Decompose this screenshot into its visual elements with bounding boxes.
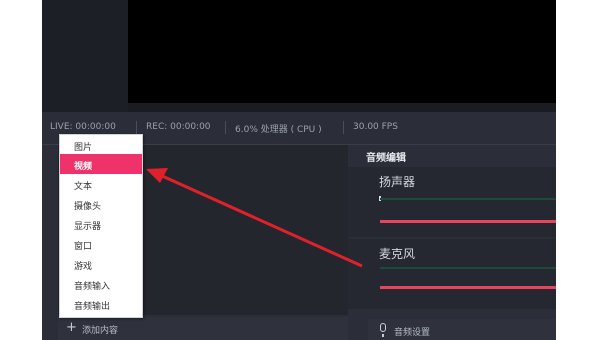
audio-channel-speaker: 扬声器 bbox=[348, 167, 556, 237]
fps-readout: 30.00 FPS bbox=[353, 122, 398, 132]
status-divider bbox=[225, 121, 226, 134]
microphone-icon bbox=[380, 323, 386, 337]
live-timer: LIVE: 00:00:00 bbox=[50, 122, 116, 132]
audio-channel-microphone: 麦克风 bbox=[348, 239, 556, 309]
level-meter bbox=[380, 267, 556, 269]
cpu-usage: 6.0% 处理器 ( CPU ) bbox=[235, 125, 322, 135]
video-preview bbox=[128, 0, 556, 103]
audio-settings-label: 音频设置 bbox=[394, 328, 431, 338]
rec-timer: REC: 00:00:00 bbox=[146, 122, 211, 132]
menu-item-image[interactable]: 图片 bbox=[60, 135, 142, 155]
volume-slider[interactable] bbox=[380, 220, 556, 223]
channel-name: 扬声器 bbox=[379, 175, 416, 189]
menu-item-audio-input[interactable]: 音频输入 bbox=[60, 274, 142, 294]
volume-slider[interactable] bbox=[380, 286, 556, 289]
status-divider bbox=[136, 121, 137, 134]
menu-item-audio-output[interactable]: 音频输出 bbox=[60, 294, 142, 314]
menu-item-text[interactable]: 文本 bbox=[60, 174, 142, 194]
audio-panel: 音频编辑 扬声器 麦克风 音频设置 bbox=[348, 145, 556, 340]
channel-name: 麦克风 bbox=[379, 247, 416, 261]
menu-item-camera[interactable]: 摄像头 bbox=[60, 194, 142, 214]
audio-panel-title: 音频编辑 bbox=[366, 153, 406, 164]
add-content-label: 添加内容 bbox=[82, 326, 119, 336]
menu-item-video[interactable]: 视频 bbox=[60, 154, 142, 174]
preview-bottom-strip bbox=[128, 103, 556, 112]
plus-icon: + bbox=[66, 320, 77, 335]
add-content-button[interactable]: + 添加内容 bbox=[58, 317, 348, 340]
menu-item-game[interactable]: 游戏 bbox=[60, 254, 142, 274]
menu-item-window[interactable]: 窗口 bbox=[60, 234, 142, 254]
status-divider bbox=[343, 121, 344, 134]
preview-side-area bbox=[42, 0, 128, 112]
audio-settings-button[interactable]: 音频设置 bbox=[368, 319, 556, 340]
add-content-menu: 图片 视频 文本 摄像头 显示器 窗口 游戏 音频输入 音频输出 bbox=[59, 134, 143, 318]
menu-item-display[interactable]: 显示器 bbox=[60, 214, 142, 234]
level-meter bbox=[380, 198, 556, 200]
